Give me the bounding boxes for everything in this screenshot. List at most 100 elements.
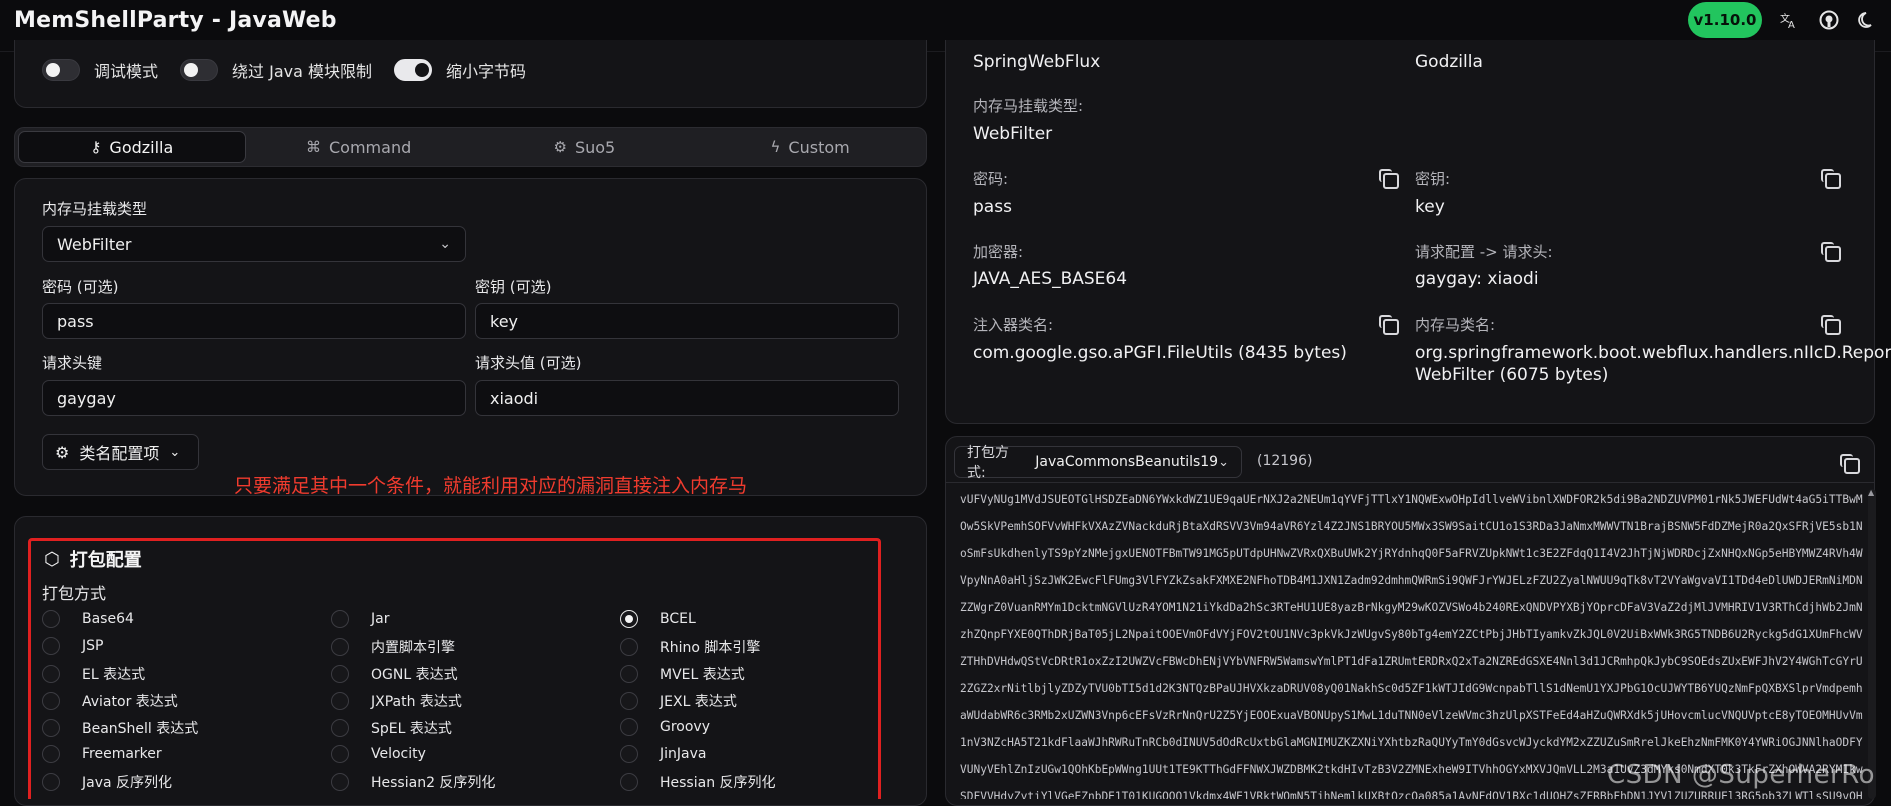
packing-option[interactable]: Aviator 表达式 bbox=[42, 691, 178, 711]
tool-value: Godzilla bbox=[1415, 52, 1483, 72]
github-icon[interactable] bbox=[1818, 9, 1840, 31]
copy-password-icon[interactable] bbox=[1379, 169, 1399, 189]
packing-option-label: OGNL 表达式 bbox=[371, 667, 458, 683]
mount-type-select[interactable]: WebFilter ⌄ bbox=[42, 226, 466, 262]
translate-icon[interactable]: 文A bbox=[1778, 9, 1800, 31]
radio-icon[interactable] bbox=[620, 638, 638, 656]
packing-option-label: JEXL 表达式 bbox=[660, 694, 737, 710]
radio-icon[interactable] bbox=[42, 773, 60, 791]
version-badge[interactable]: v1.10.0 bbox=[1688, 2, 1762, 38]
packing-option[interactable]: Jar bbox=[331, 610, 389, 628]
radio-icon[interactable] bbox=[42, 610, 60, 628]
packing-option-label: Base64 bbox=[82, 611, 134, 627]
packing-option[interactable]: Java 反序列化 bbox=[42, 772, 172, 792]
info-mount-type-value: WebFilter bbox=[973, 124, 1053, 144]
radio-icon[interactable] bbox=[42, 665, 60, 683]
scroll-up-icon[interactable]: ▲ bbox=[1868, 488, 1874, 497]
mount-type-value: WebFilter bbox=[57, 234, 132, 254]
radio-icon[interactable] bbox=[331, 692, 349, 710]
packing-option[interactable]: BeanShell 表达式 bbox=[42, 718, 198, 738]
radio-icon[interactable] bbox=[331, 745, 349, 763]
radio-icon[interactable] bbox=[331, 638, 349, 656]
packing-option-label: BCEL bbox=[660, 611, 696, 627]
radio-icon[interactable] bbox=[620, 745, 638, 763]
network-icon: ⚙ bbox=[553, 138, 567, 156]
header-key-input[interactable]: gaygay bbox=[42, 380, 466, 416]
mount-type-label: 内存马挂载类型 bbox=[42, 200, 148, 218]
tab-suo5[interactable]: ⚙ Suo5 bbox=[472, 131, 698, 163]
payload-method-select[interactable]: 打包方式: JavaCommonsBeanutils19 ⌄ bbox=[954, 445, 1242, 481]
info-password-value: pass bbox=[973, 197, 1012, 217]
packing-option[interactable]: JEXL 表达式 bbox=[620, 691, 737, 711]
packing-option[interactable]: Rhino 脚本引擎 bbox=[620, 637, 760, 657]
copy-injector-icon[interactable] bbox=[1379, 315, 1399, 335]
radio-icon[interactable] bbox=[620, 692, 638, 710]
info-card bbox=[945, 40, 1875, 424]
packing-option-label: SpEL 表达式 bbox=[371, 721, 452, 737]
radio-icon[interactable] bbox=[42, 719, 60, 737]
packing-option[interactable]: Hessian 反序列化 bbox=[620, 772, 776, 792]
info-encryptor-label: 加密器: bbox=[973, 243, 1024, 261]
key-input[interactable]: key bbox=[475, 303, 899, 339]
tab-godzilla[interactable]: ⚷ Godzilla bbox=[18, 131, 246, 163]
key-label: 密钥 (可选) bbox=[475, 278, 552, 296]
radio-icon[interactable] bbox=[331, 719, 349, 737]
app-title: MemShellParty - JavaWeb bbox=[14, 8, 337, 33]
payload-size: (12196) bbox=[1257, 453, 1313, 469]
packing-option[interactable]: Hessian2 反序列化 bbox=[331, 772, 495, 792]
packing-option-label: Hessian 反序列化 bbox=[660, 775, 776, 791]
info-header-value: gaygay: xiaodi bbox=[1415, 269, 1539, 289]
packing-option[interactable]: Groovy bbox=[620, 718, 710, 736]
packing-option[interactable]: EL 表达式 bbox=[42, 664, 145, 684]
packing-option[interactable]: Freemarker bbox=[42, 745, 162, 763]
info-shell-value-line2: WebFilter (6075 bytes) bbox=[1415, 365, 1609, 385]
packing-option[interactable]: BCEL bbox=[620, 610, 696, 628]
packing-option[interactable]: JinJava bbox=[620, 745, 706, 763]
radio-icon[interactable] bbox=[42, 637, 60, 655]
debug-mode-switch[interactable] bbox=[42, 59, 80, 81]
shell-tool-tabs: ⚷ Godzilla ⌘ Command ⚙ Suo5 ϟ Custom bbox=[14, 127, 927, 167]
packing-option[interactable]: Velocity bbox=[331, 745, 426, 763]
radio-icon[interactable] bbox=[620, 610, 638, 628]
tab-godzilla-label: Godzilla bbox=[109, 137, 174, 157]
packing-option-label: MVEL 表达式 bbox=[660, 667, 745, 683]
packing-option[interactable]: JSP bbox=[42, 637, 103, 655]
packing-option[interactable]: 内置脚本引擎 bbox=[331, 637, 455, 657]
copy-key-icon[interactable] bbox=[1821, 169, 1841, 189]
radio-icon[interactable] bbox=[331, 773, 349, 791]
radio-icon[interactable] bbox=[331, 610, 349, 628]
moon-icon[interactable] bbox=[1856, 9, 1878, 31]
packing-option-label: Velocity bbox=[371, 746, 426, 762]
packing-option-label: JXPath 表达式 bbox=[371, 694, 462, 710]
payload-scrollbar[interactable] bbox=[1868, 489, 1876, 799]
packing-option-label: Groovy bbox=[660, 719, 710, 735]
radio-icon[interactable] bbox=[42, 692, 60, 710]
copy-header-icon[interactable] bbox=[1821, 242, 1841, 262]
bypass-module-switch[interactable] bbox=[180, 59, 219, 81]
classname-config-button[interactable]: ⚙ 类名配置项 ⌄ bbox=[42, 434, 199, 470]
packing-option[interactable]: OGNL 表达式 bbox=[331, 664, 458, 684]
shrink-bytecode-switch[interactable] bbox=[394, 59, 432, 81]
radio-icon[interactable] bbox=[331, 665, 349, 683]
radio-icon[interactable] bbox=[620, 773, 638, 791]
tab-suo5-label: Suo5 bbox=[574, 137, 616, 157]
radio-icon[interactable] bbox=[620, 665, 638, 683]
packing-option[interactable]: MVEL 表达式 bbox=[620, 664, 745, 684]
header-value-input[interactable]: xiaodi bbox=[475, 380, 899, 416]
radio-icon[interactable] bbox=[42, 745, 60, 763]
packing-option-label: JinJava bbox=[660, 746, 707, 762]
password-input[interactable]: pass bbox=[42, 303, 466, 339]
copy-payload-icon[interactable] bbox=[1840, 454, 1860, 474]
tab-custom[interactable]: ϟ Custom bbox=[697, 131, 923, 163]
tab-command[interactable]: ⌘ Command bbox=[246, 131, 472, 163]
copy-shell-icon[interactable] bbox=[1821, 315, 1841, 335]
packing-title-text: 打包配置 bbox=[69, 550, 142, 571]
packing-option-label: Freemarker bbox=[82, 746, 162, 762]
radio-icon[interactable] bbox=[620, 718, 638, 736]
packing-option[interactable]: JXPath 表达式 bbox=[331, 691, 462, 711]
svg-text:A: A bbox=[1788, 20, 1795, 30]
package-icon: ⬡ bbox=[44, 548, 60, 570]
packing-option[interactable]: SpEL 表达式 bbox=[331, 718, 452, 738]
payload-output[interactable]: vUFVyNUg1MVdJSUEOTGlHSDZEaDN6YWxkdWZ1UE9… bbox=[960, 486, 1864, 799]
packing-option[interactable]: Base64 bbox=[42, 610, 134, 628]
